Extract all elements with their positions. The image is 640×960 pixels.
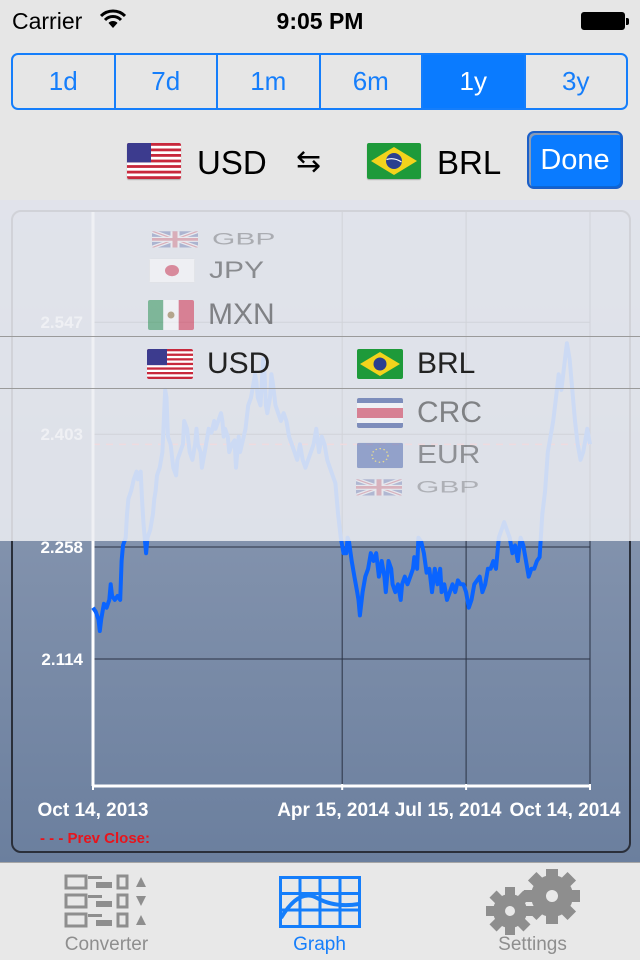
range-1y[interactable]: 1y <box>423 55 526 108</box>
clock: 9:05 PM <box>276 8 364 34</box>
range-6m[interactable]: 6m <box>321 55 423 108</box>
tab-graph-label: Graph <box>293 934 346 955</box>
picker-selection-top-line <box>0 336 640 337</box>
graph-icon <box>279 876 361 928</box>
picker-right-item-eur[interactable]: EUR <box>357 441 480 470</box>
tab-settings[interactable]: Settings <box>426 863 639 960</box>
gb-flag-icon <box>356 479 402 496</box>
eu-flag-icon <box>357 442 403 469</box>
done-button[interactable]: Done <box>527 131 623 189</box>
picker-right-item-brl-selected[interactable]: BRL <box>357 347 475 381</box>
range-7d[interactable]: 7d <box>116 55 218 108</box>
currency-pair-bar: USD ⇆ BRL Done <box>0 124 640 200</box>
gb-flag-icon <box>152 231 198 248</box>
picker-left-item-mxn[interactable]: MXN <box>148 298 275 332</box>
picker-left-item-jpy[interactable]: JPY <box>149 257 264 284</box>
converter-icon <box>64 874 146 928</box>
currency-picker[interactable]: GBP JPY MXN USD BRL CRC EUR GBP <box>0 200 640 541</box>
battery-icon <box>581 12 629 30</box>
status-bar: Carrier 9:05 PM <box>0 0 640 40</box>
jp-flag-icon <box>149 258 195 283</box>
tab-bar: Converter Graph Settings <box>0 862 640 960</box>
br-flag-icon[interactable] <box>367 143 421 179</box>
swap-icon[interactable]: ⇆ <box>296 144 321 179</box>
tab-settings-label: Settings <box>498 934 567 955</box>
picker-selection-bottom-line <box>0 388 640 389</box>
gears-icon <box>486 869 580 935</box>
tab-converter[interactable]: Converter <box>0 863 213 960</box>
tab-converter-label: Converter <box>64 934 149 955</box>
br-flag-icon <box>357 349 403 379</box>
to-currency-label[interactable]: BRL <box>437 144 501 182</box>
picker-right-item-gbp[interactable]: GBP <box>356 478 479 497</box>
range-3y[interactable]: 3y <box>526 55 627 108</box>
range-selector: 1d 7d 1m 6m 1y 3y <box>11 53 628 110</box>
picker-right-item-crc[interactable]: CRC <box>357 396 482 430</box>
picker-left-item-gbp[interactable]: GBP <box>152 230 275 249</box>
tab-graph[interactable]: Graph <box>213 863 426 960</box>
us-flag-icon[interactable] <box>127 143 181 179</box>
cr-flag-icon <box>357 398 403 428</box>
mx-flag-icon <box>148 300 194 330</box>
range-1m[interactable]: 1m <box>218 55 321 108</box>
us-flag-icon <box>147 349 193 379</box>
picker-left-item-usd-selected[interactable]: USD <box>147 347 270 381</box>
from-currency-label[interactable]: USD <box>197 144 267 182</box>
range-1d[interactable]: 1d <box>13 55 116 108</box>
